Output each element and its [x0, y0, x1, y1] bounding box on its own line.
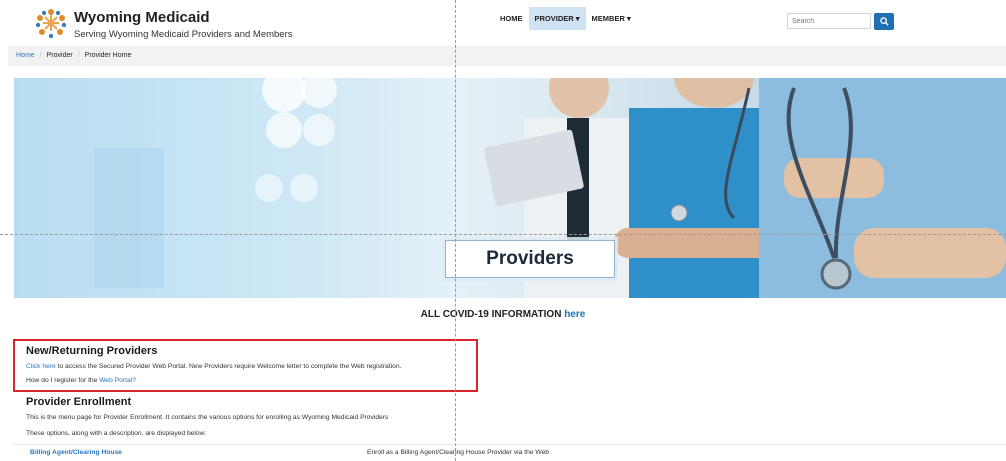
breadcrumb-home[interactable]: Home: [16, 52, 35, 59]
enrollment-desc-1: This is the menu page for Provider Enrol…: [26, 414, 389, 421]
hero-title: Providers: [445, 240, 615, 278]
wyoming-medicaid-logo-icon[interactable]: [34, 6, 68, 40]
search-icon: [879, 17, 889, 26]
guide-line-horizontal: [0, 234, 1006, 235]
returning-heading: New/Returning Providers: [26, 345, 158, 357]
nav-provider[interactable]: PROVIDER ▾: [528, 7, 586, 30]
enrollment-heading: Provider Enrollment: [26, 396, 132, 408]
enrollment-option-link[interactable]: Billing Agent/Clearing House: [30, 449, 122, 456]
breadcrumb-separator: /: [39, 52, 42, 59]
web-portal-link[interactable]: Web Portal?: [99, 377, 136, 384]
register-paragraph: How do I register for the Web Portal?: [26, 377, 136, 384]
covid-text: ALL COVID-19 INFORMATION: [420, 309, 562, 320]
search-input[interactable]: [787, 13, 871, 29]
breadcrumb: Home / Provider / Provider Home: [8, 46, 1006, 66]
site-header: Wyoming Medicaid Serving Wyoming Medicai…: [0, 0, 1006, 46]
table-divider: [14, 444, 1006, 445]
covid-banner: ALL COVID-19 INFORMATION here: [0, 309, 1006, 320]
click-here-text: to access the Secured Provider Web Porta…: [57, 363, 402, 370]
main-nav: HOME PROVIDER ▾ MEMBER ▾: [494, 7, 637, 30]
enrollment-option-description: Enroll as a Billing Agent/Clearing House…: [367, 449, 550, 456]
returning-paragraph: Click here to access the Secured Provide…: [26, 363, 401, 370]
site-subtitle: Serving Wyoming Medicaid Providers and M…: [74, 29, 293, 40]
breadcrumb-current: Provider Home: [84, 52, 132, 59]
hero-banner: Providers: [14, 78, 1006, 298]
breadcrumb-provider[interactable]: Provider: [47, 52, 73, 59]
click-here-link[interactable]: Click here: [26, 363, 56, 370]
covid-link[interactable]: here: [564, 309, 585, 320]
register-text: How do I register for the: [26, 377, 98, 384]
nav-home[interactable]: HOME: [494, 7, 529, 30]
breadcrumb-separator: /: [77, 52, 80, 59]
enrollment-desc-2: These options, along with a description,…: [26, 430, 207, 437]
search-button[interactable]: [874, 13, 894, 30]
guide-line-vertical: [455, 0, 456, 461]
nav-member[interactable]: MEMBER ▾: [586, 7, 637, 30]
site-title[interactable]: Wyoming Medicaid: [74, 9, 210, 26]
